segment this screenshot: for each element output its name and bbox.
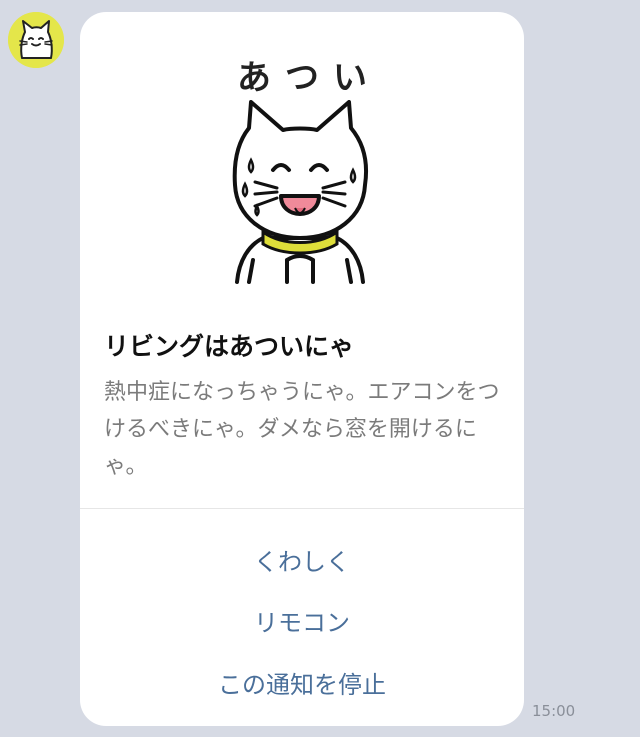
remote-control-button[interactable]: リモコン <box>80 603 524 638</box>
details-button[interactable]: くわしく <box>80 542 524 577</box>
divider <box>80 508 524 509</box>
timestamp: 15:00 <box>532 702 576 720</box>
stop-notification-button[interactable]: この通知を停止 <box>80 665 524 700</box>
avatar[interactable] <box>8 12 64 68</box>
sticker-title: あつい <box>237 58 381 98</box>
sweating-cat-illustration <box>232 100 368 284</box>
cat-face-icon <box>8 12 64 68</box>
message-body: 熱中症になっちゃうにゃ。エアコンをつけるべきにゃ。ダメなら窓を開けるにゃ。 <box>104 380 500 479</box>
message-card: あつい リビングはあついにゃ 熱中症になっちゃうにゃ。エアコンをつけるべきにゃ。… <box>80 12 524 726</box>
message-headline: リビングはあついにゃ <box>104 332 355 361</box>
